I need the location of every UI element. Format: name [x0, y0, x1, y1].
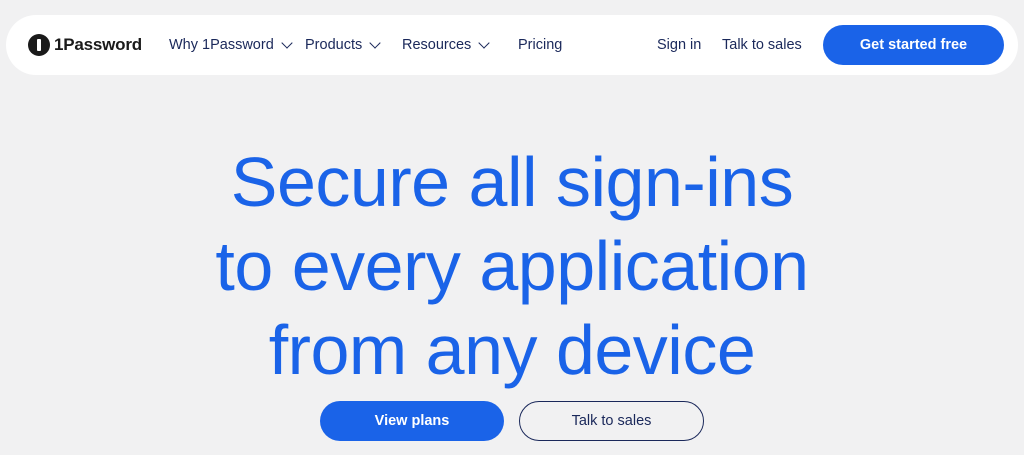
nav-item-label: Products	[305, 37, 363, 53]
page: 1Password Why 1Password Products Resourc…	[0, 0, 1024, 455]
1password-keyhole-icon	[28, 34, 50, 56]
sign-in-link[interactable]: Sign in	[657, 35, 701, 55]
hero-headline-line-3: from any device	[268, 311, 756, 389]
top-navigation-bar: 1Password Why 1Password Products Resourc…	[6, 15, 1018, 75]
hero-headline: Secure all sign-ins to every application…	[0, 140, 1024, 392]
nav-item-resources[interactable]: Resources	[402, 35, 490, 55]
hero-headline-line-1: Secure all sign-ins	[230, 143, 794, 221]
chevron-down-icon	[281, 37, 293, 49]
get-started-free-button[interactable]: Get started free	[823, 25, 1004, 65]
nav-item-pricing[interactable]: Pricing	[518, 35, 562, 55]
hero-headline-line-2: to every application	[215, 227, 809, 305]
nav-item-label: Pricing	[518, 37, 563, 53]
nav-item-label: Resources	[402, 37, 472, 53]
nav-item-label: Why 1Password	[169, 37, 274, 53]
nav-item-why-1password[interactable]: Why 1Password	[169, 35, 293, 55]
view-plans-button[interactable]: View plans	[320, 401, 504, 441]
sign-in-label: Sign in	[657, 37, 702, 53]
hero-talk-to-sales-button[interactable]: Talk to sales	[519, 401, 704, 441]
talk-to-sales-link[interactable]: Talk to sales	[722, 35, 802, 55]
chevron-down-icon	[369, 37, 381, 49]
talk-to-sales-label: Talk to sales	[722, 37, 802, 53]
chevron-down-icon	[478, 37, 490, 49]
brand-name: 1Password	[54, 35, 142, 54]
brand-logo-link[interactable]: 1Password	[28, 34, 142, 56]
nav-item-products[interactable]: Products	[305, 35, 381, 55]
